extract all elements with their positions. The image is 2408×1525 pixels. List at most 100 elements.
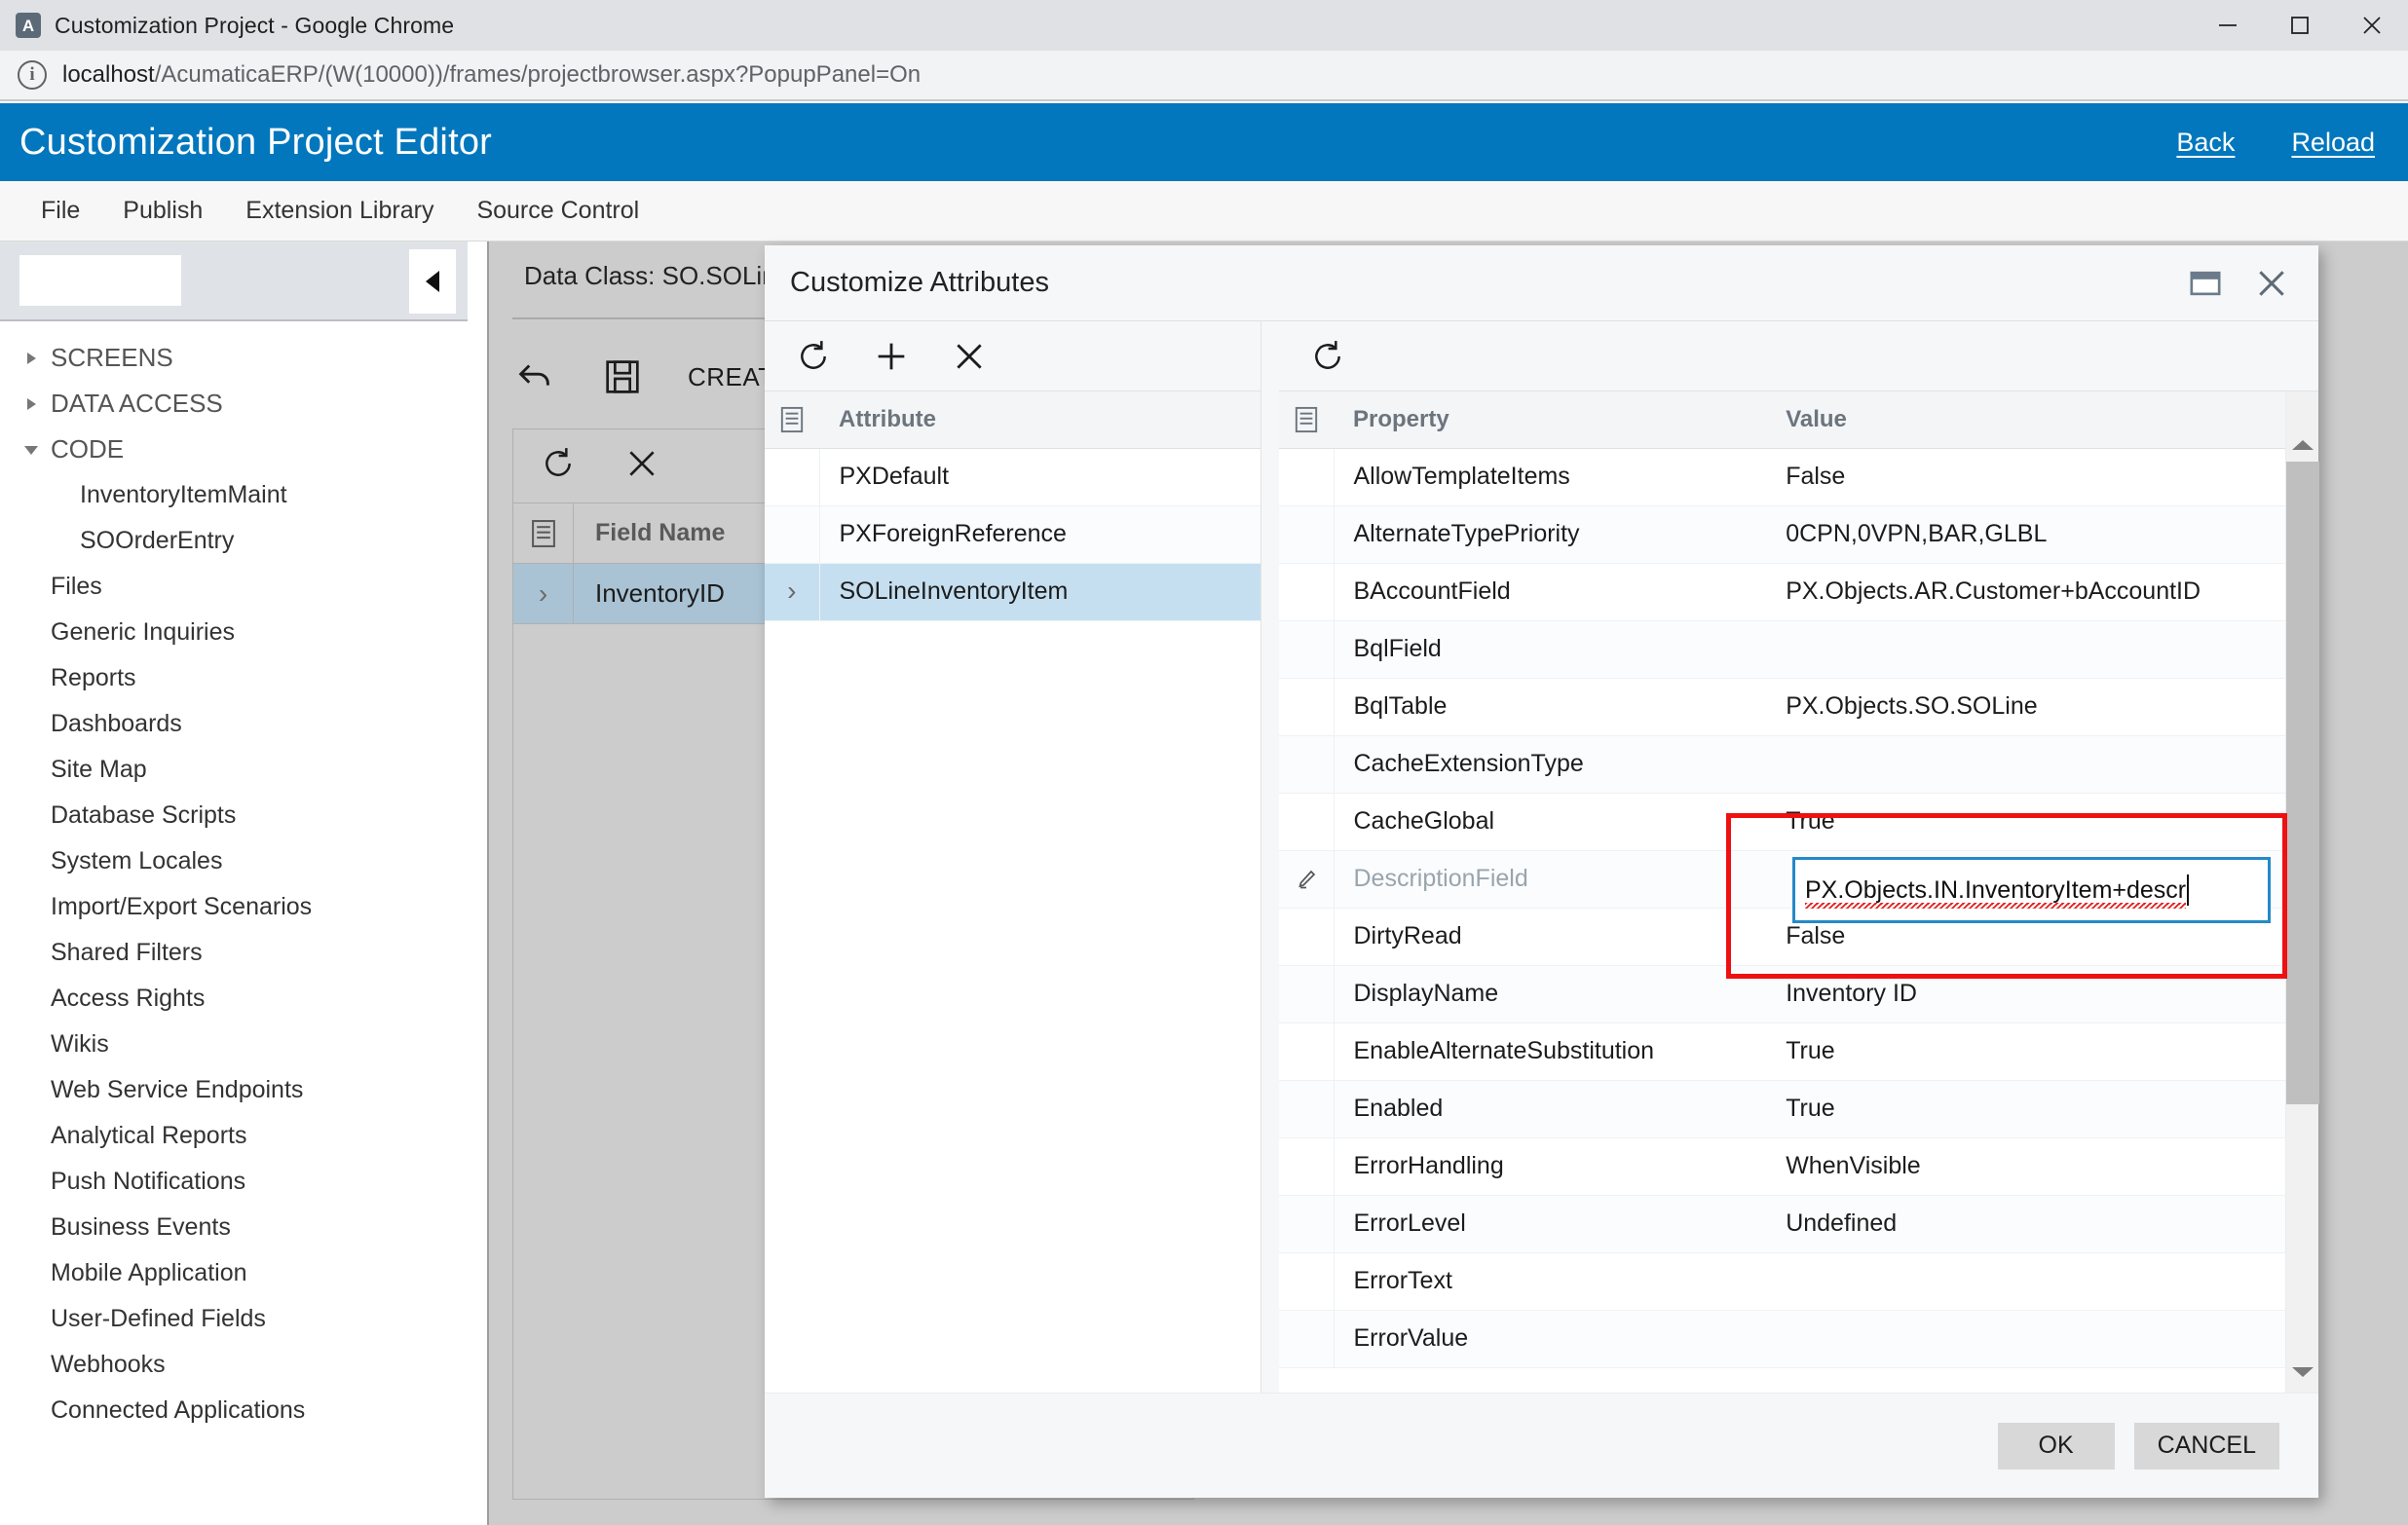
row-expander-icon[interactable]: ›	[513, 564, 574, 623]
property-value-cell[interactable]: True	[1766, 1023, 2285, 1081]
ok-button[interactable]: OK	[1997, 1422, 2115, 1469]
attribute-column-header[interactable]: Attribute	[819, 391, 1260, 449]
sidebar-item-code[interactable]: CODE	[0, 427, 468, 472]
table-row[interactable]: AlternateTypePriority 0CPN,0VPN,BAR,GLBL	[1279, 505, 2285, 564]
table-row[interactable]: BqlField	[1279, 620, 2285, 679]
table-row[interactable]: PXDefault	[765, 448, 1260, 506]
table-row[interactable]: ErrorHandling WhenVisible	[1279, 1137, 2285, 1196]
chevron-down-icon[interactable]	[21, 439, 43, 461]
chevron-right-icon[interactable]	[21, 348, 43, 369]
table-row[interactable]: ErrorLevel Undefined	[1279, 1195, 2285, 1253]
close-icon[interactable]	[2252, 264, 2291, 303]
sidebar-item-connected-applications[interactable]: Connected Applications	[0, 1388, 468, 1433]
property-value-cell[interactable]	[1766, 620, 2285, 679]
table-row[interactable]: CacheGlobal True	[1279, 793, 2285, 851]
sidebar-item-data-access[interactable]: DATA ACCESS	[0, 381, 468, 427]
property-value-cell[interactable]	[1766, 1252, 2285, 1311]
table-row[interactable]: DisplayName Inventory ID	[1279, 965, 2285, 1023]
close-x-icon[interactable]	[622, 444, 667, 489]
maximize-icon[interactable]	[2264, 0, 2336, 51]
sidebar-item-soorderentry[interactable]: SOOrderEntry	[0, 518, 468, 564]
table-row[interactable]: BAccountField PX.Objects.AR.Customer+bAcc…	[1279, 563, 2285, 621]
property-value-cell[interactable]: False	[1766, 448, 2285, 506]
plus-icon[interactable]	[872, 337, 911, 376]
pencil-icon[interactable]	[1279, 850, 1335, 909]
sidebar-item-mobile-application[interactable]: Mobile Application	[0, 1250, 468, 1296]
property-value-cell[interactable]: True	[1766, 793, 2285, 851]
refresh-icon[interactable]	[539, 444, 583, 489]
search-input[interactable]	[19, 255, 181, 306]
sidebar-item-webhooks[interactable]: Webhooks	[0, 1342, 468, 1388]
scroll-up-arrow[interactable]	[2286, 428, 2319, 462]
menu-item-source-control[interactable]: Source Control	[455, 197, 660, 225]
sidebar-item-user-defined-fields[interactable]: User-Defined Fields	[0, 1296, 468, 1342]
collapse-left-icon[interactable]	[409, 249, 456, 314]
grid-settings-icon[interactable]	[1279, 391, 1334, 448]
property-value-cell[interactable]: Undefined	[1766, 1195, 2285, 1253]
create-button[interactable]: CREAT	[688, 362, 774, 392]
sidebar-item-site-map[interactable]: Site Map	[0, 747, 468, 793]
sidebar-item-screens[interactable]: SCREENS	[0, 335, 468, 381]
value-column-header[interactable]: Value	[1766, 391, 2285, 449]
table-row[interactable]: ErrorValue	[1279, 1310, 2285, 1368]
table-row[interactable]: AllowTemplateItems False	[1279, 448, 2285, 506]
sidebar-item-generic-inquiries[interactable]: Generic Inquiries	[0, 610, 468, 655]
grid-settings-icon[interactable]	[513, 503, 574, 563]
table-row[interactable]: BqlTable PX.Objects.SO.SOLine	[1279, 678, 2285, 736]
sidebar-item-dashboards[interactable]: Dashboards	[0, 701, 468, 747]
row-expander-icon[interactable]	[765, 505, 820, 564]
sidebar-item-web-service-endpoints[interactable]: Web Service Endpoints	[0, 1067, 468, 1113]
table-row[interactable]: PXForeignReference	[765, 505, 1260, 564]
scroll-down-arrow[interactable]	[2286, 1356, 2319, 1389]
back-link[interactable]: Back	[2176, 128, 2235, 158]
sidebar-item-import-export-scenarios[interactable]: Import/Export Scenarios	[0, 884, 468, 930]
row-expander-icon[interactable]	[765, 448, 820, 506]
refresh-icon[interactable]	[794, 337, 833, 376]
sidebar-item-database-scripts[interactable]: Database Scripts	[0, 793, 468, 838]
property-value-cell[interactable]: WhenVisible	[1766, 1137, 2285, 1196]
description-field-value-input[interactable]: PX.Objects.IN.InventoryItem+descr	[1792, 857, 2271, 923]
browser-address-bar[interactable]: i localhost/AcumaticaERP/(W(10000))/fram…	[0, 51, 2408, 101]
close-icon[interactable]	[2336, 0, 2408, 51]
table-row[interactable]: EnableAlternateSubstitution True	[1279, 1023, 2285, 1081]
property-value-cell[interactable]: PX.Objects.AR.Customer+bAccountID	[1766, 563, 2285, 621]
sidebar-item-analytical-reports[interactable]: Analytical Reports	[0, 1113, 468, 1159]
table-row[interactable]: ErrorText	[1279, 1252, 2285, 1311]
reload-link[interactable]: Reload	[2291, 128, 2375, 158]
sidebar-item-reports[interactable]: Reports	[0, 655, 468, 701]
menu-item-extension-library[interactable]: Extension Library	[224, 197, 455, 225]
scrollbar-thumb[interactable]	[2286, 462, 2319, 1104]
close-x-icon[interactable]	[950, 337, 989, 376]
table-row[interactable]: › SOLineInventoryItem	[765, 563, 1260, 621]
property-column-header[interactable]: Property	[1334, 391, 1767, 449]
property-value-cell[interactable]: PX.Objects.SO.SOLine	[1766, 678, 2285, 736]
page-info-icon[interactable]: i	[18, 60, 47, 90]
save-disk-icon[interactable]	[600, 354, 645, 399]
minimize-icon[interactable]	[2192, 0, 2264, 51]
property-value-cell[interactable]: Inventory ID	[1766, 965, 2285, 1023]
sidebar-item-push-notifications[interactable]: Push Notifications	[0, 1159, 468, 1205]
property-value-cell[interactable]	[1766, 1310, 2285, 1368]
refresh-icon[interactable]	[1308, 337, 1347, 376]
menu-item-file[interactable]: File	[19, 197, 101, 225]
address-url[interactable]: localhost/AcumaticaERP/(W(10000))/frames…	[62, 61, 921, 89]
menu-item-publish[interactable]: Publish	[101, 197, 224, 225]
sidebar-item-system-locales[interactable]: System Locales	[0, 838, 468, 884]
sidebar-item-access-rights[interactable]: Access Rights	[0, 976, 468, 1022]
grid-settings-icon[interactable]	[765, 391, 819, 448]
sidebar-item-inventoryitemmaint[interactable]: InventoryItemMaint	[0, 472, 468, 518]
sidebar-item-wikis[interactable]: Wikis	[0, 1022, 468, 1067]
sidebar-item-business-events[interactable]: Business Events	[0, 1205, 468, 1250]
chevron-right-icon[interactable]	[21, 393, 43, 415]
row-expander-icon[interactable]: ›	[765, 563, 820, 621]
sidebar-item-files[interactable]: Files	[0, 564, 468, 610]
table-row[interactable]: CacheExtensionType	[1279, 735, 2285, 794]
sidebar-item-shared-filters[interactable]: Shared Filters	[0, 930, 468, 976]
undo-icon[interactable]	[512, 354, 557, 399]
table-row[interactable]: Enabled True	[1279, 1080, 2285, 1138]
restore-window-icon[interactable]	[2186, 264, 2225, 303]
cancel-button[interactable]: CANCEL	[2133, 1422, 2279, 1469]
property-value-cell[interactable]: True	[1766, 1080, 2285, 1138]
property-value-cell[interactable]	[1766, 735, 2285, 794]
property-value-cell[interactable]: 0CPN,0VPN,BAR,GLBL	[1766, 505, 2285, 564]
